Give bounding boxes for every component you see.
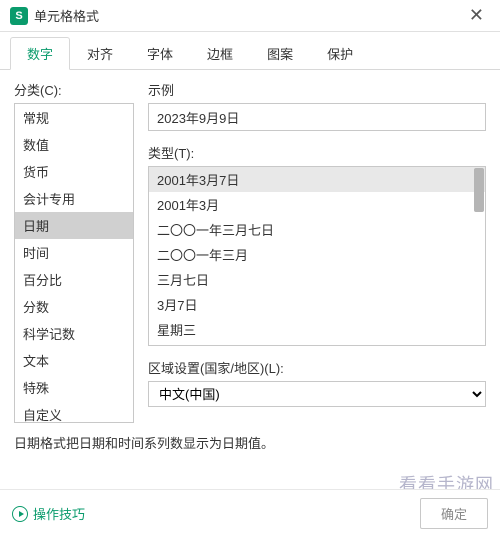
window-title: 单元格格式 xyxy=(34,6,463,25)
sample-box: 2023年9月9日 xyxy=(148,103,486,131)
footer: 操作技巧 确定 xyxy=(0,489,500,537)
category-item-general[interactable]: 常规 xyxy=(15,104,133,131)
category-item-custom[interactable]: 自定义 xyxy=(15,401,133,423)
type-item-1[interactable]: 2001年3月 xyxy=(149,192,485,217)
type-item-2[interactable]: 二〇〇一年三月七日 xyxy=(149,217,485,242)
category-item-scientific[interactable]: 科学记数 xyxy=(15,320,133,347)
tab-pattern[interactable]: 图案 xyxy=(250,37,310,70)
type-list-scrollbar[interactable] xyxy=(474,168,484,212)
sample-value: 2023年9月9日 xyxy=(157,108,239,127)
locale-label: 区域设置(国家/地区)(L): xyxy=(148,358,486,377)
category-item-percentage[interactable]: 百分比 xyxy=(15,266,133,293)
type-list[interactable]: 2001年3月7日 2001年3月 二〇〇一年三月七日 二〇〇一年三月 三月七日… xyxy=(148,166,486,346)
dialog-body: 分类(C): 常规 数值 货币 会计专用 日期 时间 百分比 分数 科学记数 文… xyxy=(0,70,500,423)
category-item-number[interactable]: 数值 xyxy=(15,131,133,158)
category-item-fraction[interactable]: 分数 xyxy=(15,293,133,320)
tab-protection[interactable]: 保护 xyxy=(310,37,370,70)
close-icon[interactable]: ✕ xyxy=(463,3,490,28)
type-item-5[interactable]: 3月7日 xyxy=(149,292,485,317)
category-item-special[interactable]: 特殊 xyxy=(15,374,133,401)
category-label: 分类(C): xyxy=(14,80,134,99)
category-item-accounting[interactable]: 会计专用 xyxy=(15,185,133,212)
tab-bar: 数字 对齐 字体 边框 图案 保护 xyxy=(0,32,500,70)
tab-font[interactable]: 字体 xyxy=(130,37,190,70)
category-item-text[interactable]: 文本 xyxy=(15,347,133,374)
category-item-time[interactable]: 时间 xyxy=(15,239,133,266)
type-label: 类型(T): xyxy=(148,143,486,162)
category-list[interactable]: 常规 数值 货币 会计专用 日期 时间 百分比 分数 科学记数 文本 特殊 自定… xyxy=(14,103,134,423)
category-item-date[interactable]: 日期 xyxy=(15,212,133,239)
type-item-3[interactable]: 二〇〇一年三月 xyxy=(149,242,485,267)
locale-select[interactable]: 中文(中国) xyxy=(148,381,486,407)
category-column: 分类(C): 常规 数值 货币 会计专用 日期 时间 百分比 分数 科学记数 文… xyxy=(14,80,134,423)
detail-column: 示例 2023年9月9日 类型(T): 2001年3月7日 2001年3月 二〇… xyxy=(148,80,486,423)
titlebar: S 单元格格式 ✕ xyxy=(0,0,500,32)
type-item-0[interactable]: 2001年3月7日 xyxy=(149,167,485,192)
tab-number[interactable]: 数字 xyxy=(10,37,70,70)
sample-label: 示例 xyxy=(148,80,486,99)
tips-link[interactable]: 操作技巧 xyxy=(12,504,420,523)
tab-border[interactable]: 边框 xyxy=(190,37,250,70)
tips-label: 操作技巧 xyxy=(33,504,85,523)
app-icon: S xyxy=(10,7,28,25)
ok-button[interactable]: 确定 xyxy=(420,498,488,529)
play-icon xyxy=(12,506,28,522)
category-item-currency[interactable]: 货币 xyxy=(15,158,133,185)
type-item-6[interactable]: 星期三 xyxy=(149,317,485,342)
tab-alignment[interactable]: 对齐 xyxy=(70,37,130,70)
format-description: 日期格式把日期和时间系列数显示为日期值。 xyxy=(0,423,500,462)
type-item-4[interactable]: 三月七日 xyxy=(149,267,485,292)
